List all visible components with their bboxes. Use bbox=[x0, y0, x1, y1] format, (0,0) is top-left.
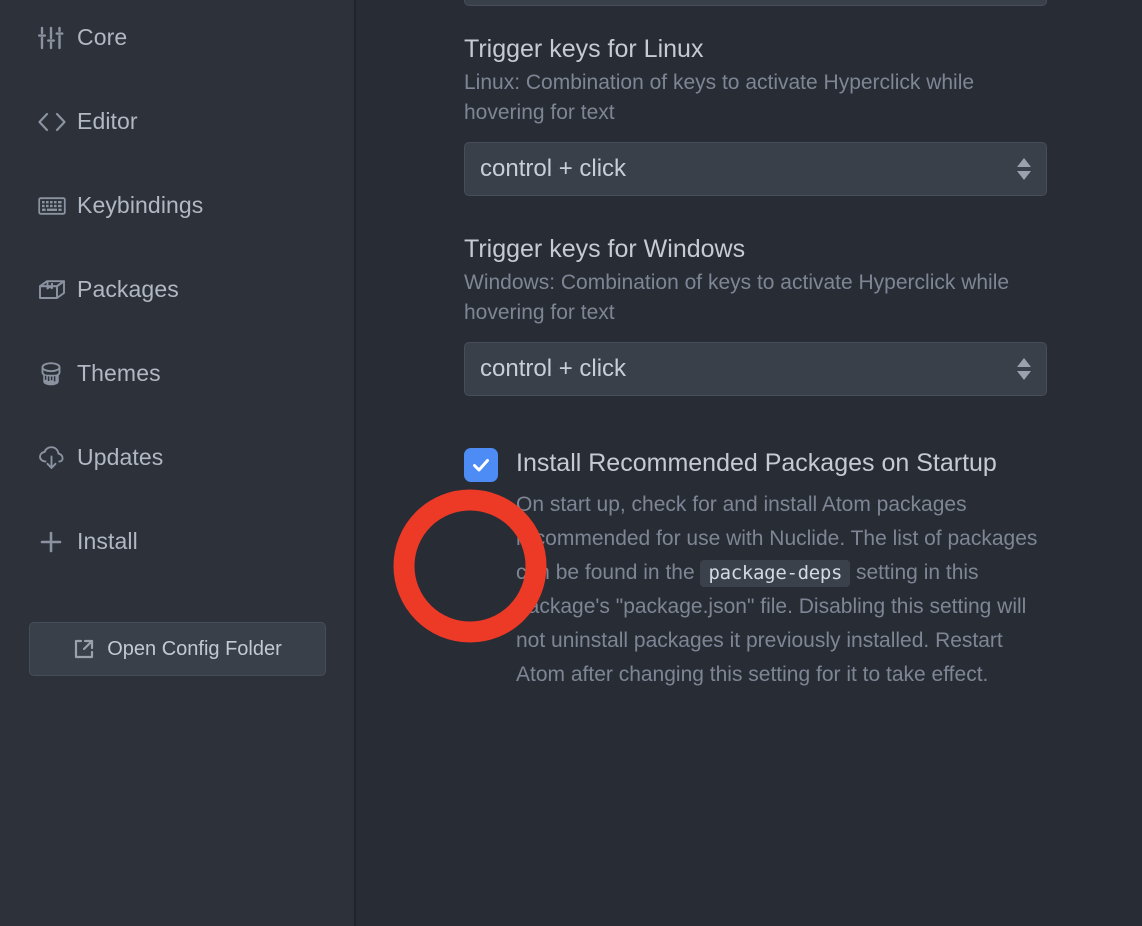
cloud-download-icon bbox=[38, 445, 68, 471]
code-brackets-icon bbox=[38, 109, 68, 135]
chevron-up-icon bbox=[1017, 357, 1031, 367]
setting-description: Linux: Combination of keys to activate H… bbox=[464, 71, 975, 125]
settings-list: Trigger keys for Linux Linux: Combinatio… bbox=[356, 0, 1142, 692]
stepper-arrows-icon bbox=[1017, 157, 1031, 180]
trigger-keys-windows-select[interactable]: control + click bbox=[464, 341, 1047, 396]
settings-sidebar: Core Editor Keybindings Packages Themes … bbox=[0, 0, 356, 926]
sidebar-item-label: Core bbox=[77, 24, 128, 50]
sidebar-item-label: Editor bbox=[77, 108, 138, 134]
sidebar-item-label: Install bbox=[77, 528, 138, 554]
sidebar-item-label: Updates bbox=[77, 444, 164, 470]
settings-window: Core Editor Keybindings Packages Themes … bbox=[0, 0, 1142, 926]
checkbox-setting-texts: Install Recommended Packages on Startup … bbox=[516, 443, 1050, 692]
package-box-icon bbox=[38, 277, 68, 303]
previous-setting-control-partial[interactable] bbox=[464, 0, 1047, 6]
sidebar-item-packages[interactable]: Packages bbox=[0, 268, 354, 311]
open-config-folder-label: Open Config Folder bbox=[107, 637, 282, 660]
sliders-icon bbox=[38, 25, 68, 51]
chevron-down-icon bbox=[1017, 370, 1031, 380]
sidebar-item-editor[interactable]: Editor bbox=[0, 100, 354, 143]
trigger-keys-windows-select-wrap: control + click bbox=[464, 341, 1047, 396]
setting-trigger-keys-windows: Trigger keys for Windows Windows: Combin… bbox=[464, 234, 1050, 396]
sidebar-item-install[interactable]: Install bbox=[0, 520, 354, 563]
sidebar-item-keybindings[interactable]: Keybindings bbox=[0, 184, 354, 227]
checkbox-setting-description: On start up, check for and install Atom … bbox=[516, 488, 1050, 692]
sidebar-item-core[interactable]: Core bbox=[0, 16, 354, 59]
sidebar-item-label: Keybindings bbox=[77, 192, 204, 218]
external-link-icon bbox=[73, 638, 95, 660]
chevron-down-icon bbox=[1017, 170, 1031, 180]
package-deps-code: package-deps bbox=[700, 560, 851, 588]
select-value: control + click bbox=[480, 154, 627, 182]
chevron-up-icon bbox=[1017, 157, 1031, 167]
sidebar-item-label: Themes bbox=[77, 360, 161, 386]
plus-icon bbox=[38, 529, 68, 555]
sidebar-item-themes[interactable]: Themes bbox=[0, 352, 354, 395]
check-icon bbox=[473, 458, 489, 472]
checkbox-setting-title: Install Recommended Packages on Startup bbox=[516, 448, 997, 477]
setting-install-recommended-packages: Install Recommended Packages on Startup … bbox=[464, 443, 1050, 692]
sidebar-item-updates[interactable]: Updates bbox=[0, 436, 354, 479]
keyboard-icon bbox=[38, 193, 68, 219]
open-config-folder-button[interactable]: Open Config Folder bbox=[29, 622, 326, 676]
select-value: control + click bbox=[480, 354, 627, 382]
sidebar-item-label: Packages bbox=[77, 276, 179, 302]
setting-title: Trigger keys for Windows bbox=[464, 234, 746, 263]
setting-trigger-keys-linux: Trigger keys for Linux Linux: Combinatio… bbox=[464, 34, 1050, 196]
paint-bucket-icon bbox=[38, 361, 68, 387]
setting-title: Trigger keys for Linux bbox=[464, 35, 704, 63]
stepper-arrows-icon bbox=[1017, 357, 1031, 380]
sidebar-nav-list: Core Editor Keybindings Packages Themes … bbox=[0, 16, 354, 563]
install-recommended-packages-checkbox[interactable] bbox=[464, 447, 498, 482]
trigger-keys-linux-select[interactable]: control + click bbox=[464, 141, 1047, 196]
setting-description: Windows: Combination of keys to activate… bbox=[464, 271, 1010, 324]
trigger-keys-linux-select-wrap: control + click bbox=[464, 141, 1047, 196]
settings-main-panel: Trigger keys for Linux Linux: Combinatio… bbox=[356, 0, 1142, 926]
